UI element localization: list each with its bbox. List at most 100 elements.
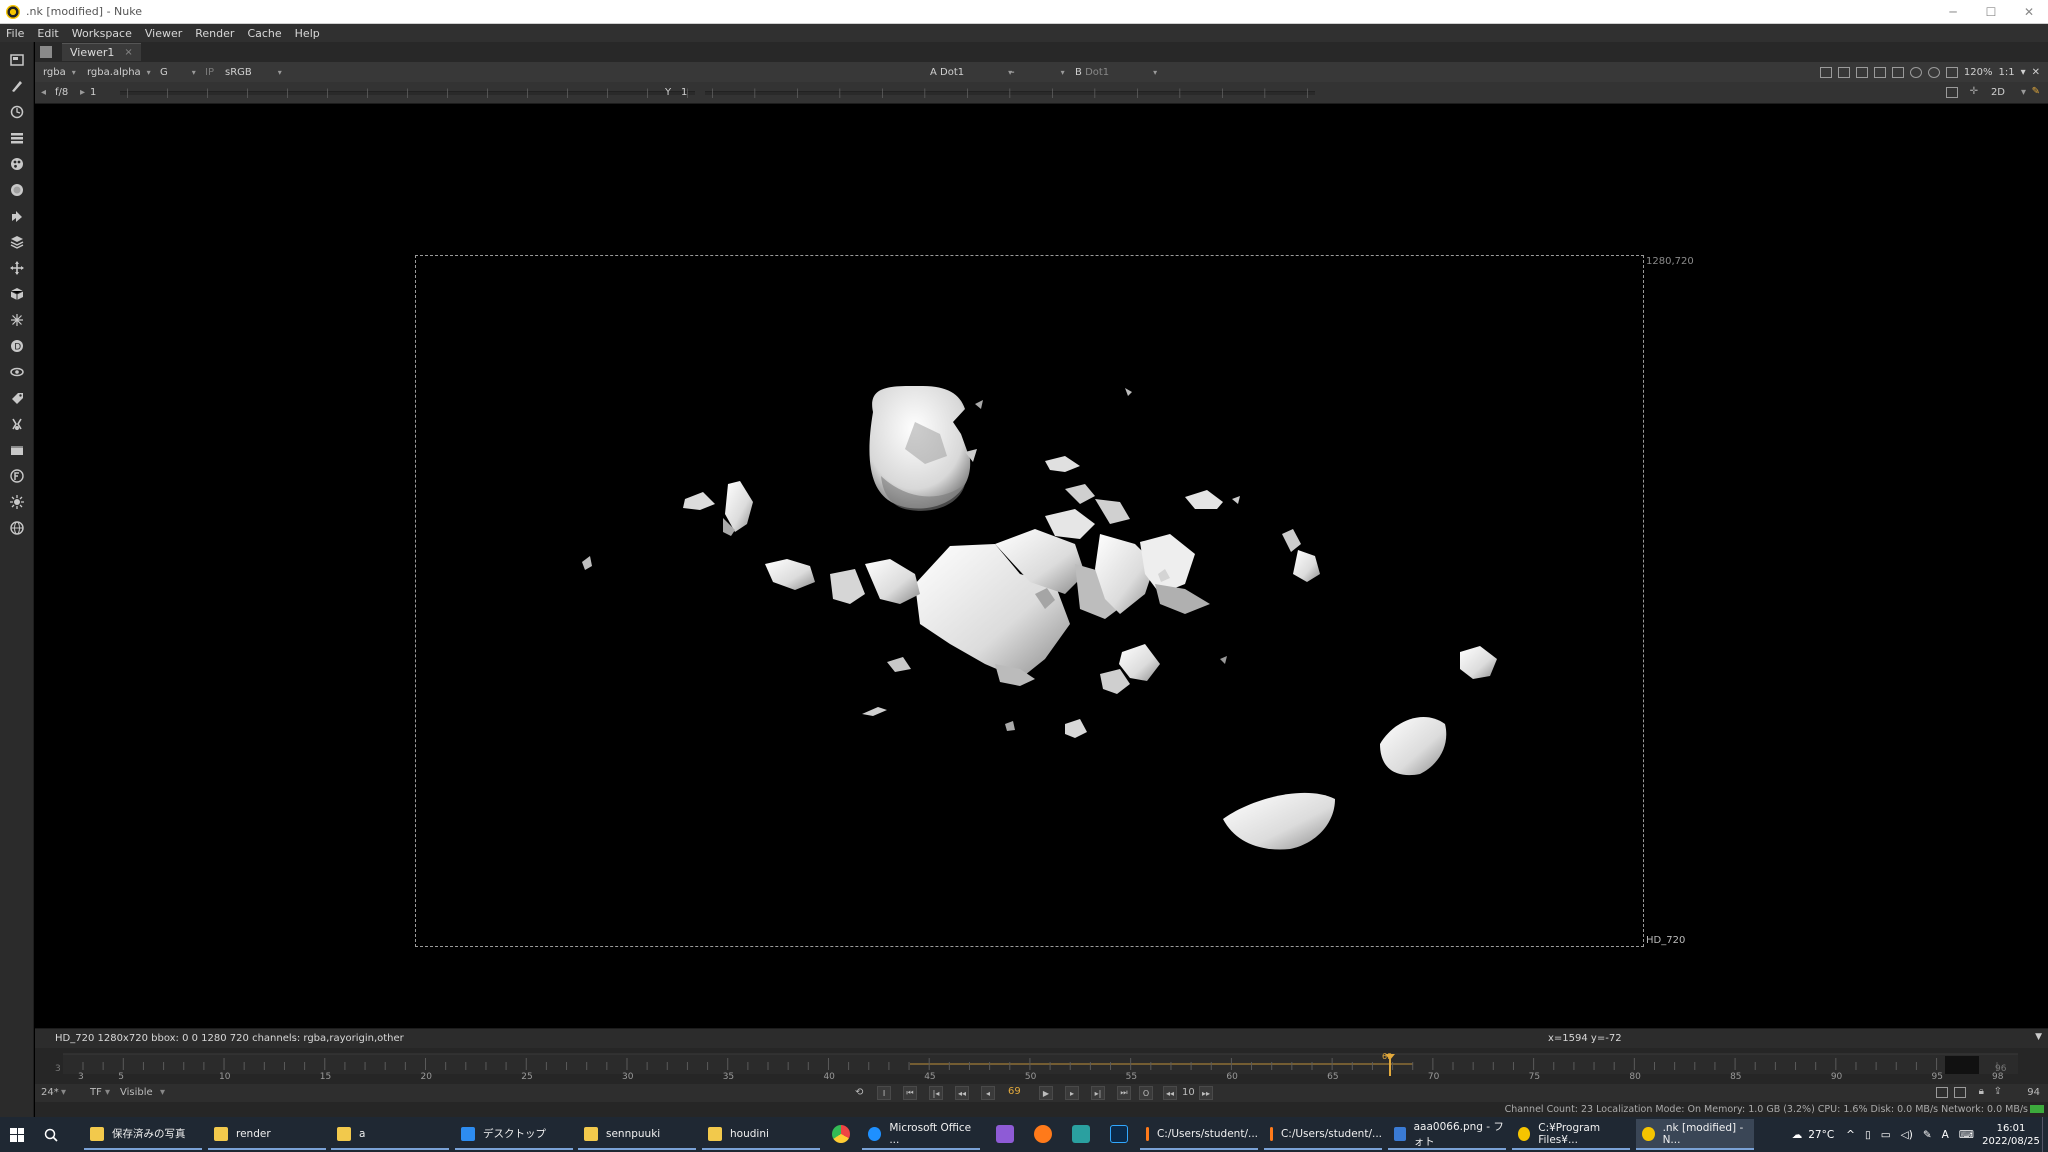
tray-expand-icon[interactable]: ^ xyxy=(1846,1129,1855,1141)
frame-increment-field[interactable]: 10 xyxy=(1182,1087,1195,1098)
firefox-icon[interactable] xyxy=(1034,1125,1052,1143)
collapse-triangle-icon[interactable]: ▼ xyxy=(2035,1032,2042,1042)
views-nodes-icon[interactable] xyxy=(9,364,25,380)
taskbar-item-houdini[interactable]: houdini xyxy=(702,1119,820,1150)
network-icon[interactable]: ▭ xyxy=(1881,1129,1891,1141)
wipe-operation-dropdown[interactable]: - ▾ xyxy=(1011,65,1065,79)
chevron-down-icon[interactable]: ▾ xyxy=(2021,67,2026,78)
toolsets-nodes-icon[interactable] xyxy=(9,416,25,432)
prev-keyframe-button[interactable]: |◂ xyxy=(929,1086,943,1100)
range-visible-dropdown[interactable]: Visible xyxy=(120,1087,153,1098)
export-icon[interactable]: ⇪ xyxy=(1994,1086,2002,1097)
taskbar-item-nuke[interactable]: .nk [modified] - N... xyxy=(1636,1119,1754,1150)
pause-icon[interactable] xyxy=(1945,66,1958,78)
skip-forward-increment-button[interactable]: ▸▸ xyxy=(1199,1086,1213,1100)
gain-step-icon[interactable]: ▸ xyxy=(80,87,85,98)
menu-viewer[interactable]: Viewer xyxy=(145,27,182,40)
ime-indicator[interactable]: A xyxy=(1942,1129,1949,1141)
gamma-value[interactable]: 1 xyxy=(681,87,687,98)
colorspace-dropdown[interactable]: sRGB ▾ xyxy=(225,65,282,79)
taskbar-item-photos[interactable]: aaa0066.png - フォト xyxy=(1388,1119,1506,1150)
keyboard-icon[interactable]: ⌨ xyxy=(1959,1129,1974,1141)
furnace-nodes-icon[interactable] xyxy=(9,468,25,484)
chevron-down-icon[interactable]: ▾ xyxy=(160,1087,165,1098)
taskbar-item-microsoft-office[interactable]: Microsoft Office ... xyxy=(862,1119,980,1150)
taskbar-item-sennpuuki[interactable]: sennpuuki xyxy=(578,1119,696,1150)
menu-render[interactable]: Render xyxy=(195,27,234,40)
maya-icon[interactable] xyxy=(1072,1125,1090,1143)
taskbar-item-desktop[interactable]: デスクトップ xyxy=(455,1119,573,1150)
fstop-value[interactable]: f/8 xyxy=(55,87,68,98)
menu-workspace[interactable]: Workspace xyxy=(72,27,132,40)
roi-icon[interactable] xyxy=(1819,66,1832,78)
keyer-nodes-icon[interactable] xyxy=(9,208,25,224)
clock[interactable]: 16:01 2022/08/25 xyxy=(1980,1122,2042,1148)
fps-field[interactable]: 24* xyxy=(41,1087,59,1098)
zoom-level[interactable]: 120% xyxy=(1964,67,1993,78)
menu-cache[interactable]: Cache xyxy=(247,27,281,40)
battery-icon[interactable]: ▯ xyxy=(1865,1129,1871,1141)
merge-nodes-icon[interactable] xyxy=(9,234,25,250)
show-desktop-button[interactable] xyxy=(2042,1117,2048,1152)
in-point-button[interactable]: I xyxy=(877,1086,891,1100)
safe-area-icon[interactable] xyxy=(1837,66,1850,78)
overlay-icon[interactable] xyxy=(1873,66,1886,78)
close-button[interactable]: ✕ xyxy=(2010,0,2048,24)
maximize-button[interactable]: ☐ xyxy=(1972,0,2010,24)
chevron-down-icon[interactable]: ▾ xyxy=(2021,87,2026,98)
search-icon[interactable] xyxy=(34,1117,68,1152)
taskbar-item-a[interactable]: a xyxy=(331,1119,449,1150)
mask-icon[interactable] xyxy=(1855,66,1868,78)
channel-nodes-icon[interactable] xyxy=(9,130,25,146)
draw-nodes-icon[interactable] xyxy=(9,78,25,94)
color-nodes-icon[interactable] xyxy=(9,156,25,172)
menu-help[interactable]: Help xyxy=(295,27,320,40)
deep-nodes-icon[interactable]: D xyxy=(9,338,25,354)
photoshop-icon[interactable] xyxy=(1110,1125,1128,1143)
taskbar-item-houdini-path-2[interactable]: C:/Users/student/... xyxy=(1264,1119,1382,1150)
camera-icon[interactable]: ✛ xyxy=(1970,86,1978,97)
minimize-button[interactable]: ─ xyxy=(1934,0,1972,24)
timeline-start-frame[interactable]: 3 xyxy=(55,1064,61,1074)
pen-icon[interactable]: ✎ xyxy=(1923,1129,1932,1141)
first-frame-button[interactable]: ⏮ xyxy=(903,1086,917,1100)
other-nodes-icon[interactable] xyxy=(9,442,25,458)
prev-increment-button[interactable]: ◂◂ xyxy=(955,1086,969,1100)
skip-back-increment-button[interactable]: ◂◂ xyxy=(1163,1086,1177,1100)
a-input-dropdown[interactable]: A Dot1 ▾ xyxy=(930,65,1012,79)
play-backward-button[interactable]: ◂ xyxy=(981,1086,995,1100)
b-input-dropdown[interactable]: B Dot1 ▾ xyxy=(1075,65,1157,79)
render-icon[interactable] xyxy=(1954,1087,1966,1098)
particles-nodes-icon[interactable] xyxy=(9,312,25,328)
taskbar-item-saved-photos[interactable]: 保存済みの写真 xyxy=(84,1119,202,1150)
timecode-format-dropdown[interactable]: TF xyxy=(90,1087,102,1098)
chevron-down-icon[interactable]: ▾ xyxy=(61,1087,66,1098)
playback-mode-icon[interactable]: ⟲ xyxy=(855,1087,863,1098)
channels-dropdown[interactable]: rgba ▾ xyxy=(43,65,76,79)
cara-vr-nodes-icon[interactable] xyxy=(9,520,25,536)
weather-icon[interactable]: ☁ xyxy=(1792,1129,1803,1141)
menu-edit[interactable]: Edit xyxy=(37,27,58,40)
timeline-scrubber[interactable]: 3 96 69 3 5 10 15 20 25 30 35 40 45 50 55 60 65 70 75 80… xyxy=(35,1048,2048,1084)
alpha-channel-dropdown[interactable]: rgba.alpha ▾ xyxy=(87,65,151,79)
chrome-icon[interactable] xyxy=(832,1125,850,1143)
close-tab-icon[interactable]: × xyxy=(124,47,132,58)
image-nodes-icon[interactable] xyxy=(9,52,25,68)
cache-icon[interactable] xyxy=(1891,66,1904,78)
current-frame-field[interactable]: 69 xyxy=(1008,1086,1021,1100)
volume-icon[interactable]: ◁) xyxy=(1901,1129,1913,1141)
pane-menu-icon[interactable] xyxy=(40,46,52,58)
taskbar-item-houdini-path-1[interactable]: C:/Users/student/... xyxy=(1140,1119,1258,1150)
paint-icon[interactable]: ✎ xyxy=(2032,86,2040,97)
roi-select-icon[interactable] xyxy=(1946,87,1958,98)
refresh-icon[interactable] xyxy=(1909,66,1922,78)
start-button[interactable] xyxy=(0,1117,34,1152)
gain-value[interactable]: 1 xyxy=(90,87,96,98)
lock-icon[interactable] xyxy=(1927,66,1940,78)
viewer-canvas[interactable]: 1280,720 HD_720 xyxy=(35,104,2048,1028)
gain-toggle-icon[interactable]: ◂ xyxy=(41,87,46,98)
3d-nodes-icon[interactable] xyxy=(9,286,25,302)
weather-temperature[interactable]: 27°C xyxy=(1808,1129,1834,1141)
taskbar-item-program-files[interactable]: C:¥Program Files¥... xyxy=(1512,1119,1630,1150)
end-frame-field[interactable]: 94 xyxy=(2027,1087,2040,1098)
